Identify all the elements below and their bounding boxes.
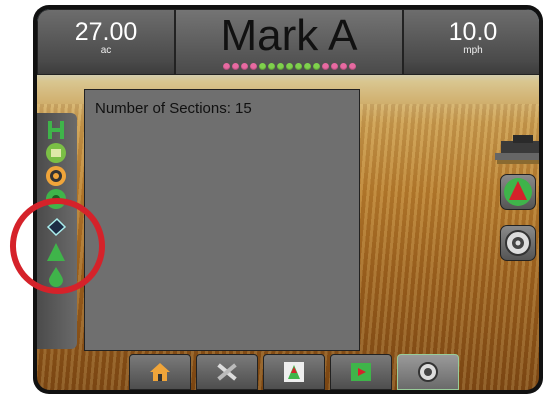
section-indicator-2	[231, 63, 239, 70]
tools-icon	[217, 363, 237, 381]
area-unit: ac	[100, 45, 112, 56]
nav-real-view[interactable]	[397, 354, 459, 390]
field-view-icon	[351, 363, 371, 381]
nav-vehicle-view[interactable]	[263, 354, 325, 390]
number-of-sections-label: Number of Sections: 15	[95, 100, 252, 117]
section-indicator-8	[285, 63, 293, 70]
vehicle-view-icon	[284, 362, 304, 382]
section-indicator-3	[240, 63, 248, 70]
real-view-icon	[418, 362, 438, 382]
mark-title: Mark A	[220, 11, 358, 60]
section-indicator-10	[303, 63, 311, 70]
perspective-view-button[interactable]	[500, 174, 536, 210]
section-indicator-7	[276, 63, 284, 70]
zoom-icon	[505, 230, 531, 256]
section-indicator-6	[267, 63, 275, 70]
section-indicator-14	[339, 63, 347, 70]
section-indicator-row	[176, 63, 402, 70]
perspective-view-icon	[504, 178, 532, 206]
nav-home[interactable]	[129, 354, 191, 390]
bottom-navigation	[129, 352, 462, 390]
home-icon	[150, 363, 170, 381]
section-indicator-11	[312, 63, 320, 70]
speed-unit: mph	[463, 45, 483, 56]
section-indicator-13	[330, 63, 338, 70]
area-readout[interactable]: 27.00 ac	[37, 9, 175, 75]
boom-section-icon[interactable]	[45, 142, 67, 164]
section-indicator-5	[258, 63, 266, 70]
implement-icon[interactable]	[45, 119, 67, 141]
section-indicator-15	[348, 63, 356, 70]
mark-panel[interactable]: Mark A	[175, 9, 403, 75]
section-indicator-12	[321, 63, 329, 70]
camera-view: 27.00 ac Mark A 10.0 mph Number of Secti…	[37, 9, 539, 390]
section-indicator-9	[294, 63, 302, 70]
nav-field-view[interactable]	[330, 354, 392, 390]
section-indicator-1	[222, 63, 230, 70]
zoom-button[interactable]	[500, 225, 536, 261]
nav-tools[interactable]	[196, 354, 258, 390]
combine-harvester-image	[495, 135, 539, 164]
section-indicator-4	[249, 63, 257, 70]
guidance-status-icon[interactable]	[45, 165, 67, 187]
top-status-bar: 27.00 ac Mark A 10.0 mph	[37, 9, 539, 75]
speed-readout[interactable]: 10.0 mph	[403, 9, 539, 75]
area-value: 27.00	[74, 18, 138, 46]
device-frame: 27.00 ac Mark A 10.0 mph Number of Secti…	[33, 5, 543, 394]
speed-value: 10.0	[448, 18, 498, 46]
section-info-panel: Number of Sections: 15	[84, 89, 360, 351]
